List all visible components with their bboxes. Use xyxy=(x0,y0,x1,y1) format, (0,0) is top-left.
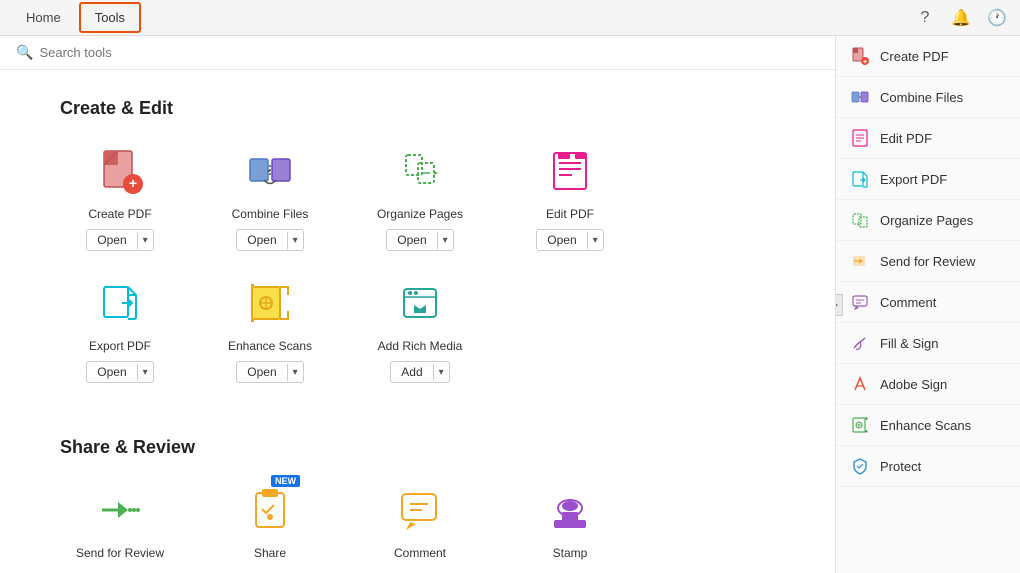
bell-icon[interactable]: 🔔 xyxy=(950,7,972,29)
help-icon[interactable]: ? xyxy=(914,7,936,29)
sidebar-adobe-sign-icon xyxy=(850,374,870,394)
sidebar-item-comment[interactable]: Comment xyxy=(836,282,1020,323)
comment-name: Comment xyxy=(394,546,446,560)
add-rich-media-icon xyxy=(390,275,450,331)
top-nav: Home Tools ? 🔔 🕐 xyxy=(0,0,1020,36)
sidebar-organize-pages-icon xyxy=(850,210,870,230)
sidebar-combine-files-label: Combine Files xyxy=(880,90,963,105)
sidebar-send-review-icon xyxy=(850,251,870,271)
edit-pdf-btn[interactable]: Open ▾ xyxy=(536,229,603,251)
create-edit-title: Create & Edit xyxy=(60,98,775,119)
share-review-grid: Send for Review NEW xyxy=(60,482,775,573)
tool-comment[interactable]: Comment xyxy=(360,482,480,568)
sidebar-fill-sign-label: Fill & Sign xyxy=(880,336,939,351)
send-review-icon xyxy=(90,482,150,538)
export-pdf-btn[interactable]: Open ▾ xyxy=(86,361,153,383)
organize-pages-icon xyxy=(390,143,450,199)
clock-icon[interactable]: 🕐 xyxy=(986,7,1008,29)
tools-tab[interactable]: Tools xyxy=(79,2,141,33)
edit-pdf-name: Edit PDF xyxy=(546,207,594,221)
sidebar-item-send-review[interactable]: Send for Review xyxy=(836,241,1020,282)
home-tab-label: Home xyxy=(26,10,61,25)
sidebar-item-protect[interactable]: Protect xyxy=(836,446,1020,487)
enhance-scans-icon xyxy=(240,275,300,331)
sidebar-toggle[interactable]: ▶ xyxy=(835,294,843,316)
sidebar-item-export-pdf[interactable]: Export PDF xyxy=(836,159,1020,200)
share-review-section: Share & Review Send for Review xyxy=(0,417,835,573)
sidebar-edit-pdf-icon xyxy=(850,128,870,148)
tool-add-rich-media[interactable]: Add Rich Media Add ▾ xyxy=(360,275,480,383)
enhance-scans-name: Enhance Scans xyxy=(228,339,312,353)
sidebar-send-review-label: Send for Review xyxy=(880,254,975,269)
comment-icon xyxy=(390,482,450,538)
sidebar-item-enhance-scans[interactable]: Enhance Scans xyxy=(836,405,1020,446)
sidebar-adobe-sign-label: Adobe Sign xyxy=(880,377,947,392)
sidebar-item-organize-pages[interactable]: Organize Pages xyxy=(836,200,1020,241)
svg-text:+: + xyxy=(863,59,867,66)
right-sidebar: ▶ + Create PDF Combin xyxy=(835,36,1020,573)
export-pdf-icon xyxy=(90,275,150,331)
stamp-name: Stamp xyxy=(553,546,588,560)
sidebar-item-edit-pdf[interactable]: Edit PDF xyxy=(836,118,1020,159)
create-pdf-icon: + xyxy=(90,143,150,199)
sidebar-create-pdf-label: Create PDF xyxy=(880,49,949,64)
tool-send-review[interactable]: Send for Review xyxy=(60,482,180,568)
sidebar-fill-sign-icon xyxy=(850,333,870,353)
sidebar-item-combine-files[interactable]: Combine Files xyxy=(836,77,1020,118)
combine-files-icon xyxy=(240,143,300,199)
share-new-name: Share xyxy=(254,546,286,560)
sidebar-export-pdf-label: Export PDF xyxy=(880,172,947,187)
home-tab[interactable]: Home xyxy=(12,4,75,31)
create-pdf-btn[interactable]: Open ▾ xyxy=(86,229,153,251)
nav-icons: ? 🔔 🕐 xyxy=(914,7,1008,29)
tool-stamp[interactable]: Stamp xyxy=(510,482,630,568)
send-review-name: Send for Review xyxy=(76,546,164,560)
content-area: 🔍 Create & Edit + xyxy=(0,36,835,573)
sidebar-create-pdf-icon: + xyxy=(850,46,870,66)
sidebar-edit-pdf-label: Edit PDF xyxy=(880,131,932,146)
share-new-icon: NEW xyxy=(240,482,300,538)
enhance-scans-btn[interactable]: Open ▾ xyxy=(236,361,303,383)
tool-combine-files[interactable]: Combine Files Open ▾ xyxy=(210,143,330,251)
sidebar-export-pdf-icon xyxy=(850,169,870,189)
create-edit-section: Create & Edit + Create PDF xyxy=(0,70,835,417)
svg-text:+: + xyxy=(129,175,137,191)
share-review-title: Share & Review xyxy=(60,437,775,458)
create-pdf-name: Create PDF xyxy=(88,207,151,221)
export-pdf-name: Export PDF xyxy=(89,339,151,353)
sidebar-combine-files-icon xyxy=(850,87,870,107)
add-rich-media-btn[interactable]: Add ▾ xyxy=(390,361,449,383)
tool-export-pdf[interactable]: Export PDF Open ▾ xyxy=(60,275,180,383)
sidebar-item-adobe-sign[interactable]: Adobe Sign xyxy=(836,364,1020,405)
sidebar-protect-icon xyxy=(850,456,870,476)
add-rich-media-name: Add Rich Media xyxy=(378,339,463,353)
tool-share-new[interactable]: NEW Share xyxy=(210,482,330,568)
search-input[interactable] xyxy=(39,45,819,60)
sidebar-enhance-scans-label: Enhance Scans xyxy=(880,418,971,433)
sidebar-item-fill-sign[interactable]: Fill & Sign xyxy=(836,323,1020,364)
main-layout: 🔍 Create & Edit + xyxy=(0,36,1020,573)
tools-tab-label: Tools xyxy=(95,10,125,25)
tool-create-pdf[interactable]: + Create PDF Open ▾ xyxy=(60,143,180,251)
search-bar: 🔍 xyxy=(0,36,835,70)
stamp-icon xyxy=(540,482,600,538)
sidebar-comment-label: Comment xyxy=(880,295,936,310)
sidebar-protect-label: Protect xyxy=(880,459,921,474)
organize-pages-btn[interactable]: Open ▾ xyxy=(386,229,453,251)
search-icon: 🔍 xyxy=(16,44,33,61)
tool-edit-pdf[interactable]: Edit PDF Open ▾ xyxy=(510,143,630,251)
create-edit-grid: + Create PDF Open ▾ xyxy=(60,143,775,407)
combine-files-name: Combine Files xyxy=(232,207,309,221)
tool-enhance-scans[interactable]: Enhance Scans Open ▾ xyxy=(210,275,330,383)
sidebar-item-create-pdf[interactable]: + Create PDF xyxy=(836,36,1020,77)
combine-files-btn[interactable]: Open ▾ xyxy=(236,229,303,251)
tool-organize-pages[interactable]: Organize Pages Open ▾ xyxy=(360,143,480,251)
sidebar-organize-pages-label: Organize Pages xyxy=(880,213,973,228)
edit-pdf-icon xyxy=(540,143,600,199)
new-badge: NEW xyxy=(271,475,300,487)
organize-pages-name: Organize Pages xyxy=(377,207,463,221)
sidebar-enhance-scans-icon xyxy=(850,415,870,435)
sidebar-comment-icon xyxy=(850,292,870,312)
